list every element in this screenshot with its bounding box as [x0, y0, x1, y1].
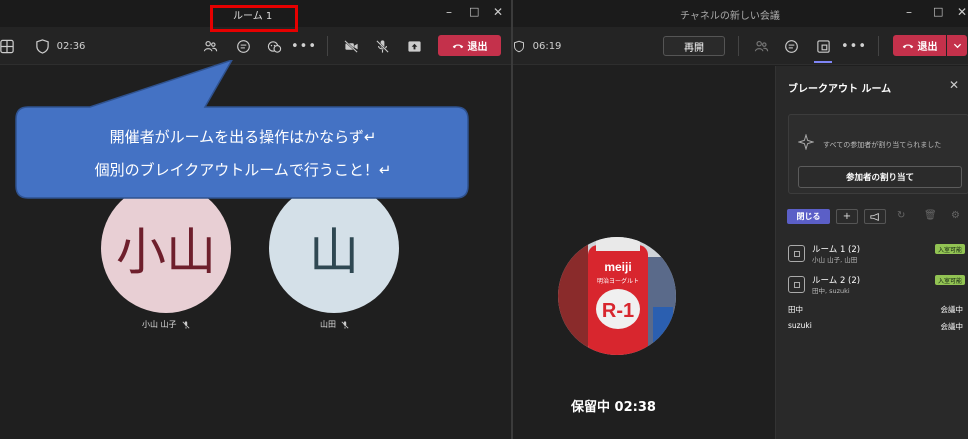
yogurt-photo: meiji 明治ヨーグルト R-1	[558, 237, 676, 355]
main-meeting-participant[interactable]: suzuki 会議中	[788, 321, 968, 333]
leave-label: 退出	[917, 42, 938, 53]
participant-status: 会議中	[940, 322, 964, 331]
leave-button[interactable]: 退出	[438, 35, 501, 56]
avatar-initials: 小山	[116, 223, 216, 281]
delete-icon[interactable]: 🗑	[924, 210, 937, 221]
settings-gear-icon[interactable]: ⚙	[951, 210, 960, 221]
close-rooms-button[interactable]: 閉じる	[787, 209, 830, 224]
main-meeting-participant[interactable]: 田中 会議中	[788, 304, 968, 316]
phone-hangup-icon	[452, 44, 463, 48]
highlight-box	[210, 5, 298, 32]
room-status-badge: 入室可能	[934, 244, 965, 254]
sparkle-icon	[798, 134, 814, 150]
callout-text: 開催者がルームを出る操作はかならず↵ 個別のブレイクアウトルームで行うこと！↵	[18, 107, 468, 198]
participant-name: 山田	[320, 320, 336, 329]
room-status-badge: 入室可能	[934, 275, 965, 285]
participant-name-tag: 小山 山子	[142, 319, 190, 330]
participant-name: 田中	[788, 305, 803, 314]
meeting-timer: 06:19	[532, 40, 562, 52]
chat-icon[interactable]	[781, 27, 801, 65]
add-room-button[interactable]: +	[836, 209, 858, 224]
more-options-icon[interactable]: •••	[841, 27, 866, 65]
brand-logo-text: meiji	[604, 260, 631, 274]
megaphone-icon	[870, 212, 879, 221]
close-window-icon[interactable]: ✕	[493, 5, 503, 19]
callout-line: 個別のブレイクアウトルームで行うこと！↵	[94, 160, 392, 179]
announcement-button[interactable]	[864, 209, 886, 224]
close-window-icon[interactable]: ✕	[957, 5, 967, 19]
breakout-room-item[interactable]: ルーム 2 (2) 田中, suzuki 入室可能	[788, 274, 968, 298]
assignment-notice: すべての参加者が割り当てられました 参加者の割り当て	[788, 114, 968, 194]
product-mark: R-1	[602, 300, 634, 322]
participant-name: suzuki	[788, 321, 812, 330]
title-bar: チャネルの新しい会議 – □ ✕	[513, 0, 968, 27]
on-hold-status: 保留中 02:38	[571, 400, 656, 415]
participant-status: 会議中	[940, 305, 964, 314]
active-tab-indicator	[814, 61, 832, 63]
notice-text: すべての参加者が割り当てられました	[823, 141, 942, 149]
leave-label: 退出	[467, 42, 488, 53]
minimize-icon[interactable]: –	[446, 5, 452, 19]
callout-line: 開催者がルームを出る操作はかならず↵	[109, 127, 377, 146]
room-icon	[788, 245, 805, 262]
chevron-down-icon	[953, 43, 961, 49]
room-icon	[788, 276, 805, 293]
avatar-initials: 山	[309, 223, 359, 281]
window-title: チャネルの新しい会議	[680, 11, 780, 22]
phone-hangup-icon	[902, 44, 913, 48]
mic-muted-icon	[182, 320, 190, 329]
product-label: 明治ヨーグルト	[597, 277, 639, 285]
recreate-rooms-icon[interactable]: ↻	[897, 210, 905, 221]
participant-name: 小山 山子	[142, 320, 177, 329]
maximize-icon[interactable]: □	[469, 5, 479, 18]
breakout-room-item[interactable]: ルーム 1 (2) 小山 山子, 山田 入室可能	[788, 243, 968, 267]
plus-icon: +	[842, 211, 852, 222]
toolbar-divider	[738, 36, 739, 56]
video-thumbnail: meiji 明治ヨーグルト R-1	[558, 237, 676, 355]
people-icon[interactable]	[751, 27, 771, 65]
assign-participants-button[interactable]: 参加者の割り当て	[798, 166, 962, 188]
maximize-icon[interactable]: □	[933, 5, 943, 18]
leave-button[interactable]: 退出	[893, 35, 946, 56]
mic-muted-icon	[341, 320, 349, 329]
minimize-icon[interactable]: –	[906, 5, 912, 19]
shield-icon[interactable]	[513, 27, 525, 65]
breakout-rooms-panel: ブレークアウト ルーム ✕ すべての参加者が割り当てられました 参加者の割り当て…	[775, 66, 968, 439]
resume-button[interactable]: 再開	[663, 36, 725, 56]
participant-name-tag: 山田	[320, 319, 349, 330]
leave-options-dropdown[interactable]	[947, 35, 967, 56]
close-panel-icon[interactable]: ✕	[949, 78, 959, 92]
breakout-rooms-icon[interactable]	[813, 27, 833, 65]
room-members: 田中, suzuki	[812, 287, 850, 295]
toolbar-divider	[327, 36, 328, 56]
room-members: 小山 山子, 山田	[812, 256, 858, 264]
toolbar-divider	[878, 36, 879, 56]
panel-title: ブレークアウト ルーム	[788, 84, 892, 95]
